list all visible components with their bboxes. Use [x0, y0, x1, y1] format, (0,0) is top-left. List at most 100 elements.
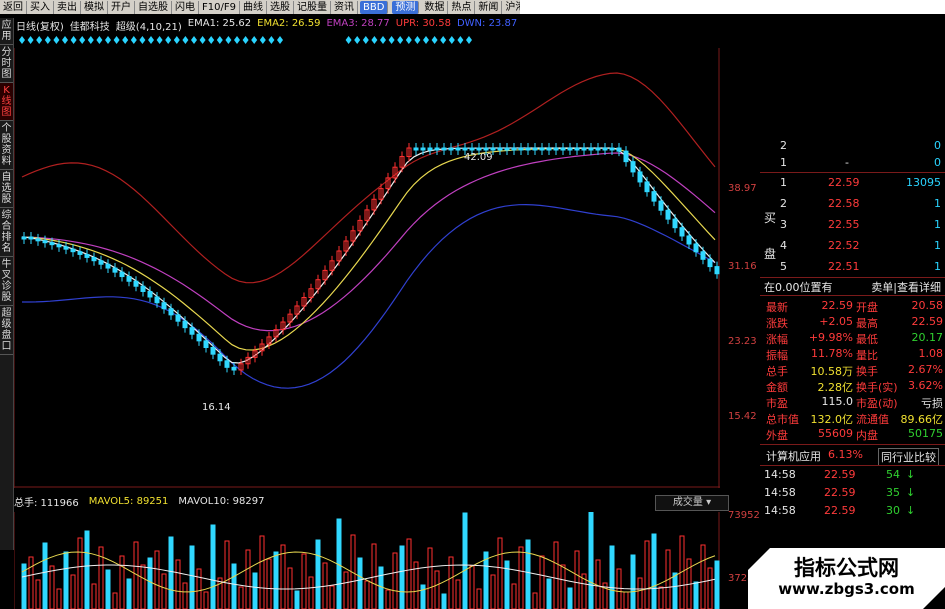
menu-item[interactable]: 新闻	[475, 0, 503, 14]
candle	[168, 308, 174, 316]
sidebar-item-label: 综合排名	[1, 210, 12, 254]
total-volume: 总手: 111966	[14, 497, 79, 509]
quote-label: 最高	[856, 317, 878, 330]
quote-value: 10.58万	[810, 365, 854, 378]
quote-label: 市盈	[766, 397, 788, 410]
candle	[77, 251, 83, 255]
volume-chart[interactable]	[14, 512, 720, 609]
sidebar-item[interactable]: 个股资料	[0, 121, 13, 170]
signal-diamond	[70, 36, 77, 44]
volume-bar	[112, 592, 118, 609]
signal-diamond	[397, 36, 404, 44]
order-volume: 0	[934, 156, 941, 169]
quote-label: 涨幅	[766, 333, 788, 346]
order-level: 3	[780, 218, 787, 231]
candle	[56, 244, 62, 248]
sidebar-item[interactable]: 综合排名	[0, 208, 13, 257]
menu-item[interactable]: 返回	[0, 0, 27, 14]
menu-item[interactable]: BBD	[359, 0, 389, 14]
signal-diamond	[431, 36, 438, 44]
menu-item[interactable]: 曲线	[240, 0, 267, 14]
sidebar-item[interactable]: 应用	[0, 18, 13, 45]
sidebar-item[interactable]: K线图	[0, 83, 13, 121]
candle	[217, 353, 223, 362]
sidebar-item[interactable]: 超级盘口	[0, 306, 13, 355]
menu-item[interactable]: 预测	[392, 0, 420, 14]
menu-item[interactable]: 记股量	[294, 0, 331, 14]
volume-bar	[511, 583, 517, 609]
volume-bar	[49, 565, 55, 609]
volume-bar	[259, 535, 265, 609]
signal-diamond	[466, 36, 472, 44]
period-label[interactable]: 日线(复权)	[16, 18, 64, 33]
volume-bar	[35, 579, 41, 609]
menu-item[interactable]: 自选股	[135, 0, 172, 14]
signal-diamond	[440, 36, 447, 44]
candle	[595, 147, 601, 151]
signal-diamond	[414, 36, 421, 44]
candle	[693, 243, 699, 253]
quote-value: 132.0亿	[810, 413, 854, 426]
volume-bar	[637, 577, 643, 609]
price-axis-label: 31.16	[728, 261, 757, 272]
sidebar-item[interactable]: 牛叉诊股	[0, 257, 13, 306]
indicator-name[interactable]: 超级(4,10,21)	[116, 18, 182, 33]
volume-bar	[252, 572, 258, 609]
volume-bar	[476, 588, 482, 609]
volume-bar	[126, 578, 132, 609]
order-volume: 1	[934, 218, 941, 231]
volume-bar	[301, 553, 307, 609]
volume-bar	[434, 570, 440, 609]
menu-item[interactable]: 数据	[421, 0, 449, 14]
volume-bar	[560, 564, 566, 609]
candle	[490, 147, 496, 151]
candle	[35, 238, 41, 242]
kline-chart[interactable]: 42.09 16.14	[14, 48, 720, 488]
order-price: 22.59	[828, 176, 860, 189]
sidebar-item-label: K线图	[1, 85, 12, 118]
candle	[70, 248, 76, 253]
candle	[119, 271, 125, 278]
order-detail-link[interactable]: 卖单|查看详细	[871, 279, 941, 295]
signal-diamond	[388, 36, 395, 44]
sidebar-item[interactable]: 自选股	[0, 170, 13, 208]
dwn-value: DWN: 23.87	[456, 18, 518, 29]
quote-label: 开盘	[856, 301, 878, 314]
menu-item[interactable]: 卖出	[54, 0, 81, 14]
menu-item[interactable]: 买入	[27, 0, 54, 14]
top-blank-area	[520, 0, 945, 14]
menu-item[interactable]: 模拟	[81, 0, 108, 14]
candle	[413, 147, 419, 151]
volume-dropdown-label: 成交量	[672, 497, 703, 508]
volume-bar	[518, 546, 524, 609]
volume-bar	[28, 556, 34, 609]
ema3-line	[21, 152, 716, 332]
volume-bar	[238, 586, 244, 609]
divider	[760, 295, 945, 296]
candle	[224, 360, 230, 368]
volume-bar	[385, 589, 391, 609]
quote-row: 涨跌 +2.05 最高 22.59	[760, 315, 945, 332]
menu-item[interactable]: 开户	[108, 0, 135, 14]
ema1-value: EMA1: 25.62	[187, 18, 252, 29]
candle	[560, 147, 566, 151]
menu-item[interactable]: 热点	[448, 0, 476, 14]
candle	[49, 242, 55, 246]
upper-band-line	[21, 72, 716, 284]
candle	[147, 290, 153, 298]
industry-compare-button[interactable]: 同行业比较	[878, 448, 939, 466]
volume-bar	[441, 593, 447, 609]
volume-dropdown[interactable]: 成交量 ▾	[655, 495, 729, 511]
menu-item[interactable]: 资讯	[331, 0, 358, 14]
menu-item[interactable]: 闪电	[172, 0, 199, 14]
menu-item[interactable]: F10/F9	[199, 0, 240, 14]
volume-bar	[70, 574, 76, 609]
quote-value: 亏损	[921, 397, 943, 410]
candle	[196, 333, 202, 342]
candle	[84, 253, 90, 258]
upr-value: UPR: 30.58	[395, 18, 451, 29]
quote-label: 总手	[766, 365, 788, 378]
candle	[700, 251, 706, 260]
menu-item[interactable]: 选股	[267, 0, 294, 14]
sidebar-item[interactable]: 分时图	[0, 45, 13, 83]
